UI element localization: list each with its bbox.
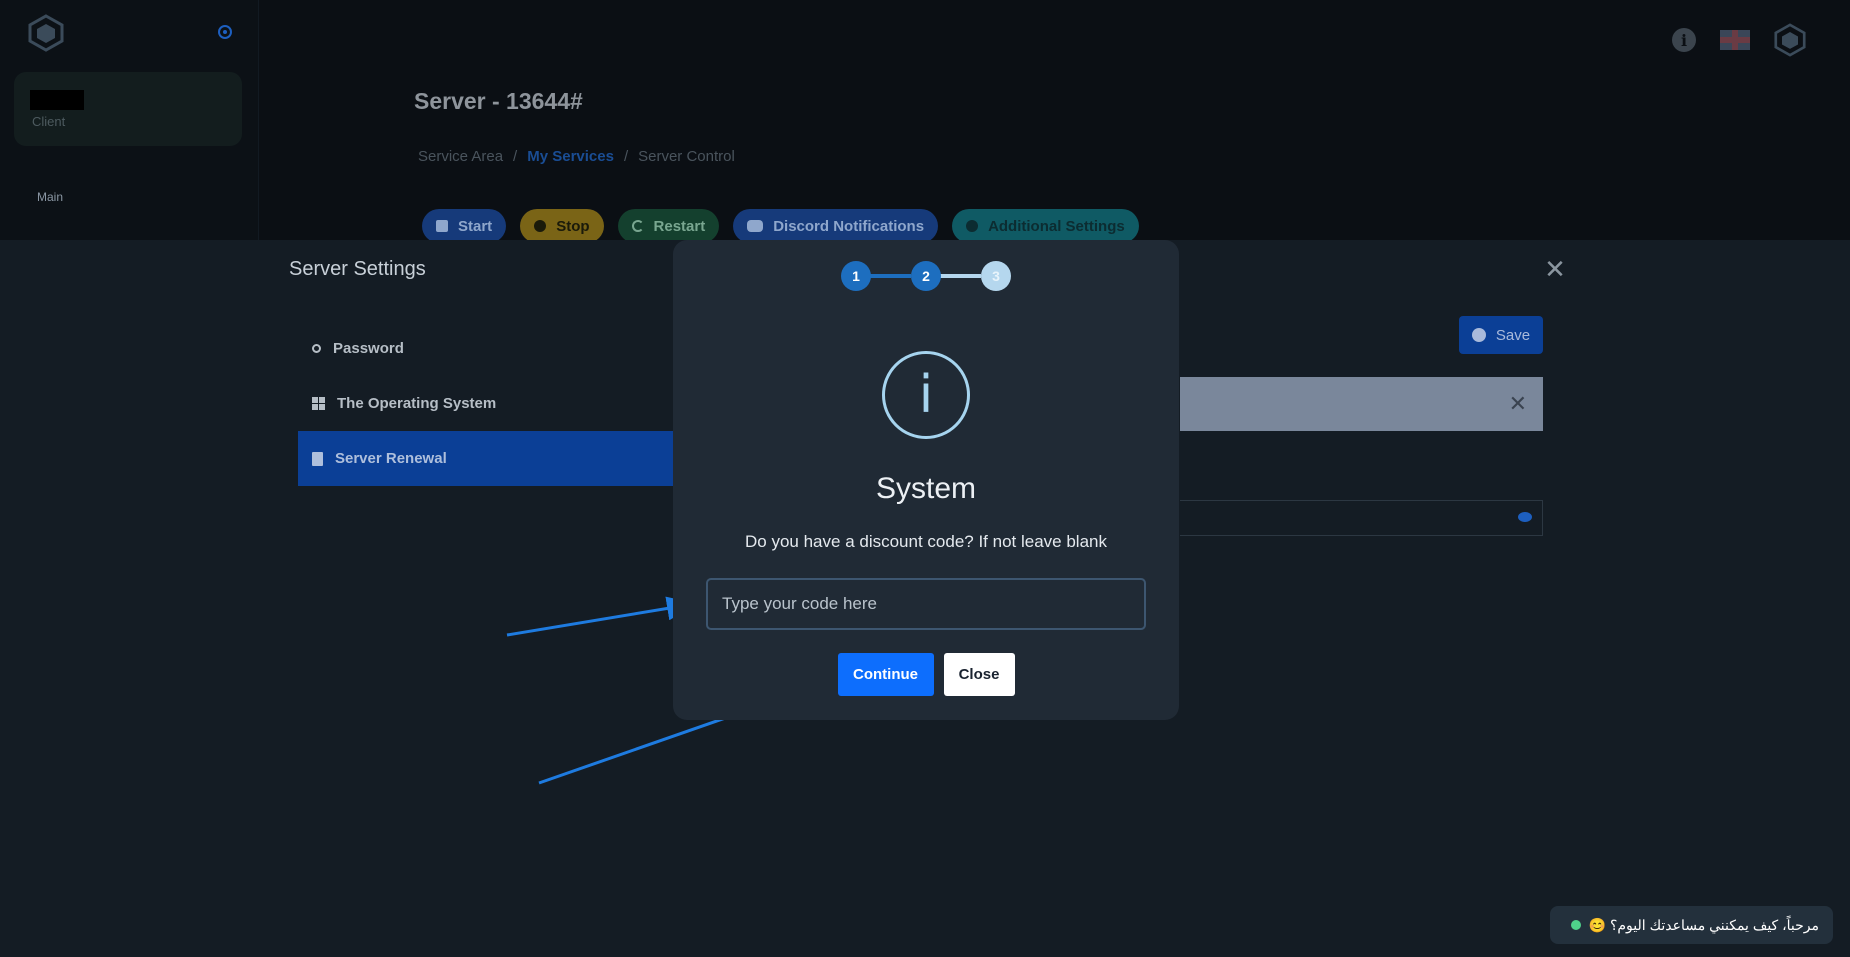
check-circle-icon [1471, 328, 1486, 342]
alert-bar: ✕ [1180, 377, 1543, 431]
user-role: Client [32, 114, 66, 129]
breadcrumb-separator: / [623, 148, 629, 165]
continue-button[interactable]: Continue [837, 653, 934, 696]
logo-icon[interactable] [28, 14, 64, 52]
password-field[interactable] [1180, 500, 1543, 536]
save-button[interactable]: Save [1459, 316, 1543, 354]
menu-item-server-renewal[interactable]: Server Renewal [298, 431, 678, 486]
stop-label: Stop [556, 217, 590, 235]
document-icon [312, 451, 323, 466]
step-1: 1 [841, 261, 871, 291]
online-status-icon [1570, 920, 1581, 930]
step-connector [867, 274, 911, 278]
modal-actions: Continue Close [673, 653, 1179, 696]
step-2: 2 [911, 261, 941, 291]
server-action-row: Start Stop Restart Discord Notifications… [422, 209, 1139, 243]
stop-square-icon [436, 220, 448, 232]
info-icon: i [882, 351, 970, 439]
chat-widget[interactable]: مرحباً، كيف يمكنني مساعدتك اليوم؟ 😊 [1550, 906, 1833, 944]
breadcrumb: Service Area / My Services / Server Cont… [418, 148, 735, 165]
user-card[interactable]: Client [14, 72, 242, 146]
circle-icon [534, 220, 547, 232]
additional-settings-button[interactable]: Additional Settings [952, 209, 1139, 243]
discord-notifications-button[interactable]: Discord Notifications [733, 209, 939, 243]
modal-message: Do you have a discount code? If not leav… [745, 532, 1107, 551]
breadcrumb-service-area[interactable]: Service Area [418, 148, 503, 165]
menu-label: The Operating System [337, 395, 497, 412]
breadcrumb-my-services[interactable]: My Services [527, 148, 614, 165]
discount-code-input[interactable] [706, 578, 1146, 630]
user-name-redacted [30, 90, 84, 110]
chat-message: مرحباً، كيف يمكنني مساعدتك اليوم؟ 😊 [1588, 916, 1819, 933]
close-icon[interactable]: ✕ [1509, 391, 1527, 417]
menu-item-password[interactable]: Password [298, 321, 678, 376]
additional-label: Additional Settings [988, 217, 1125, 235]
discount-modal: 1 2 3 i System Do you have a discount co… [673, 240, 1179, 720]
language-flag-icon[interactable] [1720, 30, 1750, 50]
save-label: Save [1495, 326, 1531, 344]
start-button[interactable]: Start [422, 209, 507, 243]
step-connector [937, 274, 981, 278]
key-icon [312, 344, 321, 353]
eye-icon[interactable] [1518, 512, 1532, 522]
restart-label: Restart [653, 217, 706, 235]
menu-label: Server Renewal [335, 450, 447, 467]
gear-icon [966, 220, 979, 232]
start-label: Start [458, 217, 493, 235]
close-button[interactable]: Close [943, 653, 1015, 696]
modal-title: System [875, 472, 977, 505]
breadcrumb-separator: / [513, 148, 518, 165]
close-icon[interactable]: ✕ [1544, 256, 1566, 282]
breadcrumb-server-control: Server Control [638, 148, 735, 165]
info-icon[interactable]: i [1672, 28, 1696, 52]
menu-item-operating-system[interactable]: The Operating System [298, 376, 678, 431]
restart-icon [631, 220, 644, 232]
sidebar-toggle-icon[interactable] [218, 25, 232, 39]
windows-icon [312, 397, 325, 410]
stop-button[interactable]: Stop [520, 209, 604, 243]
topbar-icons: i [1672, 22, 1806, 58]
discord-label: Discord Notifications [773, 217, 925, 235]
stepper: 1 2 3 [841, 261, 1011, 291]
nav-section-main: Main [37, 190, 64, 204]
account-logo-icon[interactable] [1774, 22, 1806, 58]
settings-title: Server Settings [289, 258, 426, 280]
restart-button[interactable]: Restart [617, 209, 720, 243]
menu-label: Password [333, 340, 404, 357]
step-3: 3 [981, 261, 1011, 291]
settings-menu: Password The Operating System Server Ren… [298, 321, 678, 486]
page-title: Server - 13644# [414, 88, 583, 114]
discord-icon [747, 220, 764, 232]
